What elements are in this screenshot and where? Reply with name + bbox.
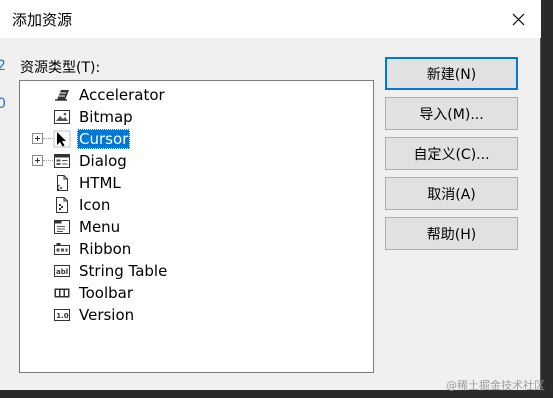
tree-item-label: Ribbon [79, 240, 132, 258]
tree-item-html[interactable]: HTML [20, 172, 320, 194]
icon-resource-icon [53, 196, 71, 214]
tree-item-cursor[interactable]: Cursor [20, 128, 320, 150]
ribbon-icon [53, 240, 71, 258]
title-bar: 添加资源 [0, 0, 541, 38]
tree-item-label: Version [79, 306, 135, 324]
tree-item-label: HTML [79, 174, 121, 192]
svg-text:0: 0 [0, 96, 6, 112]
tree-item-icon[interactable]: Icon [20, 194, 320, 216]
custom-button[interactable]: 自定义(C)... [385, 137, 518, 170]
dialog-icon [53, 152, 71, 170]
tree-item-label: Accelerator [79, 86, 165, 104]
svg-text:2: 2 [0, 58, 6, 74]
tree-item-menu[interactable]: Menu [20, 216, 320, 238]
help-button[interactable]: 帮助(H) [385, 217, 518, 250]
string-table-icon: abl [53, 262, 71, 280]
expand-icon[interactable] [32, 155, 43, 166]
tree-item-accelerator[interactable]: Accelerator [20, 84, 320, 106]
close-button[interactable] [495, 0, 541, 38]
version-icon: 1.0 [53, 306, 71, 324]
tree-item-dialog[interactable]: Dialog [20, 150, 320, 172]
tree-item-string-table[interactable]: abl String Table [20, 260, 320, 282]
cursor-icon [53, 130, 71, 148]
tree-item-toolbar[interactable]: Toolbar [20, 282, 320, 304]
accelerator-icon [53, 86, 71, 104]
tree-item-version[interactable]: 1.0 Version [20, 304, 320, 326]
tree-item-label: Bitmap [79, 108, 133, 126]
background-edge-fragment: 2 0 [0, 55, 6, 115]
watermark: @稀土掘金技术社区 [446, 379, 545, 392]
close-icon [512, 13, 524, 25]
menu-icon [53, 218, 71, 236]
tree-item-label: Cursor [77, 129, 131, 149]
cancel-button[interactable]: 取消(A) [385, 177, 518, 210]
tree-item-label: Menu [79, 218, 121, 236]
tree-item-bitmap[interactable]: Bitmap [20, 106, 320, 128]
tree-item-label: Icon [79, 196, 111, 214]
tree-item-ribbon[interactable]: Ribbon [20, 238, 320, 260]
dialog-title: 添加资源 [12, 11, 73, 29]
tree-item-label: Toolbar [79, 284, 134, 302]
bitmap-icon [53, 108, 71, 126]
tree-item-label: String Table [79, 262, 168, 280]
expand-icon[interactable] [32, 133, 43, 144]
resource-type-tree[interactable]: Accelerator Bitmap Cursor Dialog HTML Ic… [19, 80, 374, 373]
add-resource-dialog: 添加资源 2 0 资源类型(T): Accelerator Bitmap Cur… [0, 0, 541, 390]
toolbar-icon [53, 284, 71, 302]
html-icon [53, 174, 71, 192]
import-button[interactable]: 导入(M)... [385, 97, 518, 130]
new-button[interactable]: 新建(N) [385, 57, 518, 90]
tree-item-label: Dialog [79, 152, 127, 170]
svg-text:abl: abl [56, 268, 68, 276]
svg-text:1.0: 1.0 [56, 312, 69, 320]
resource-type-label: 资源类型(T): [20, 60, 101, 76]
